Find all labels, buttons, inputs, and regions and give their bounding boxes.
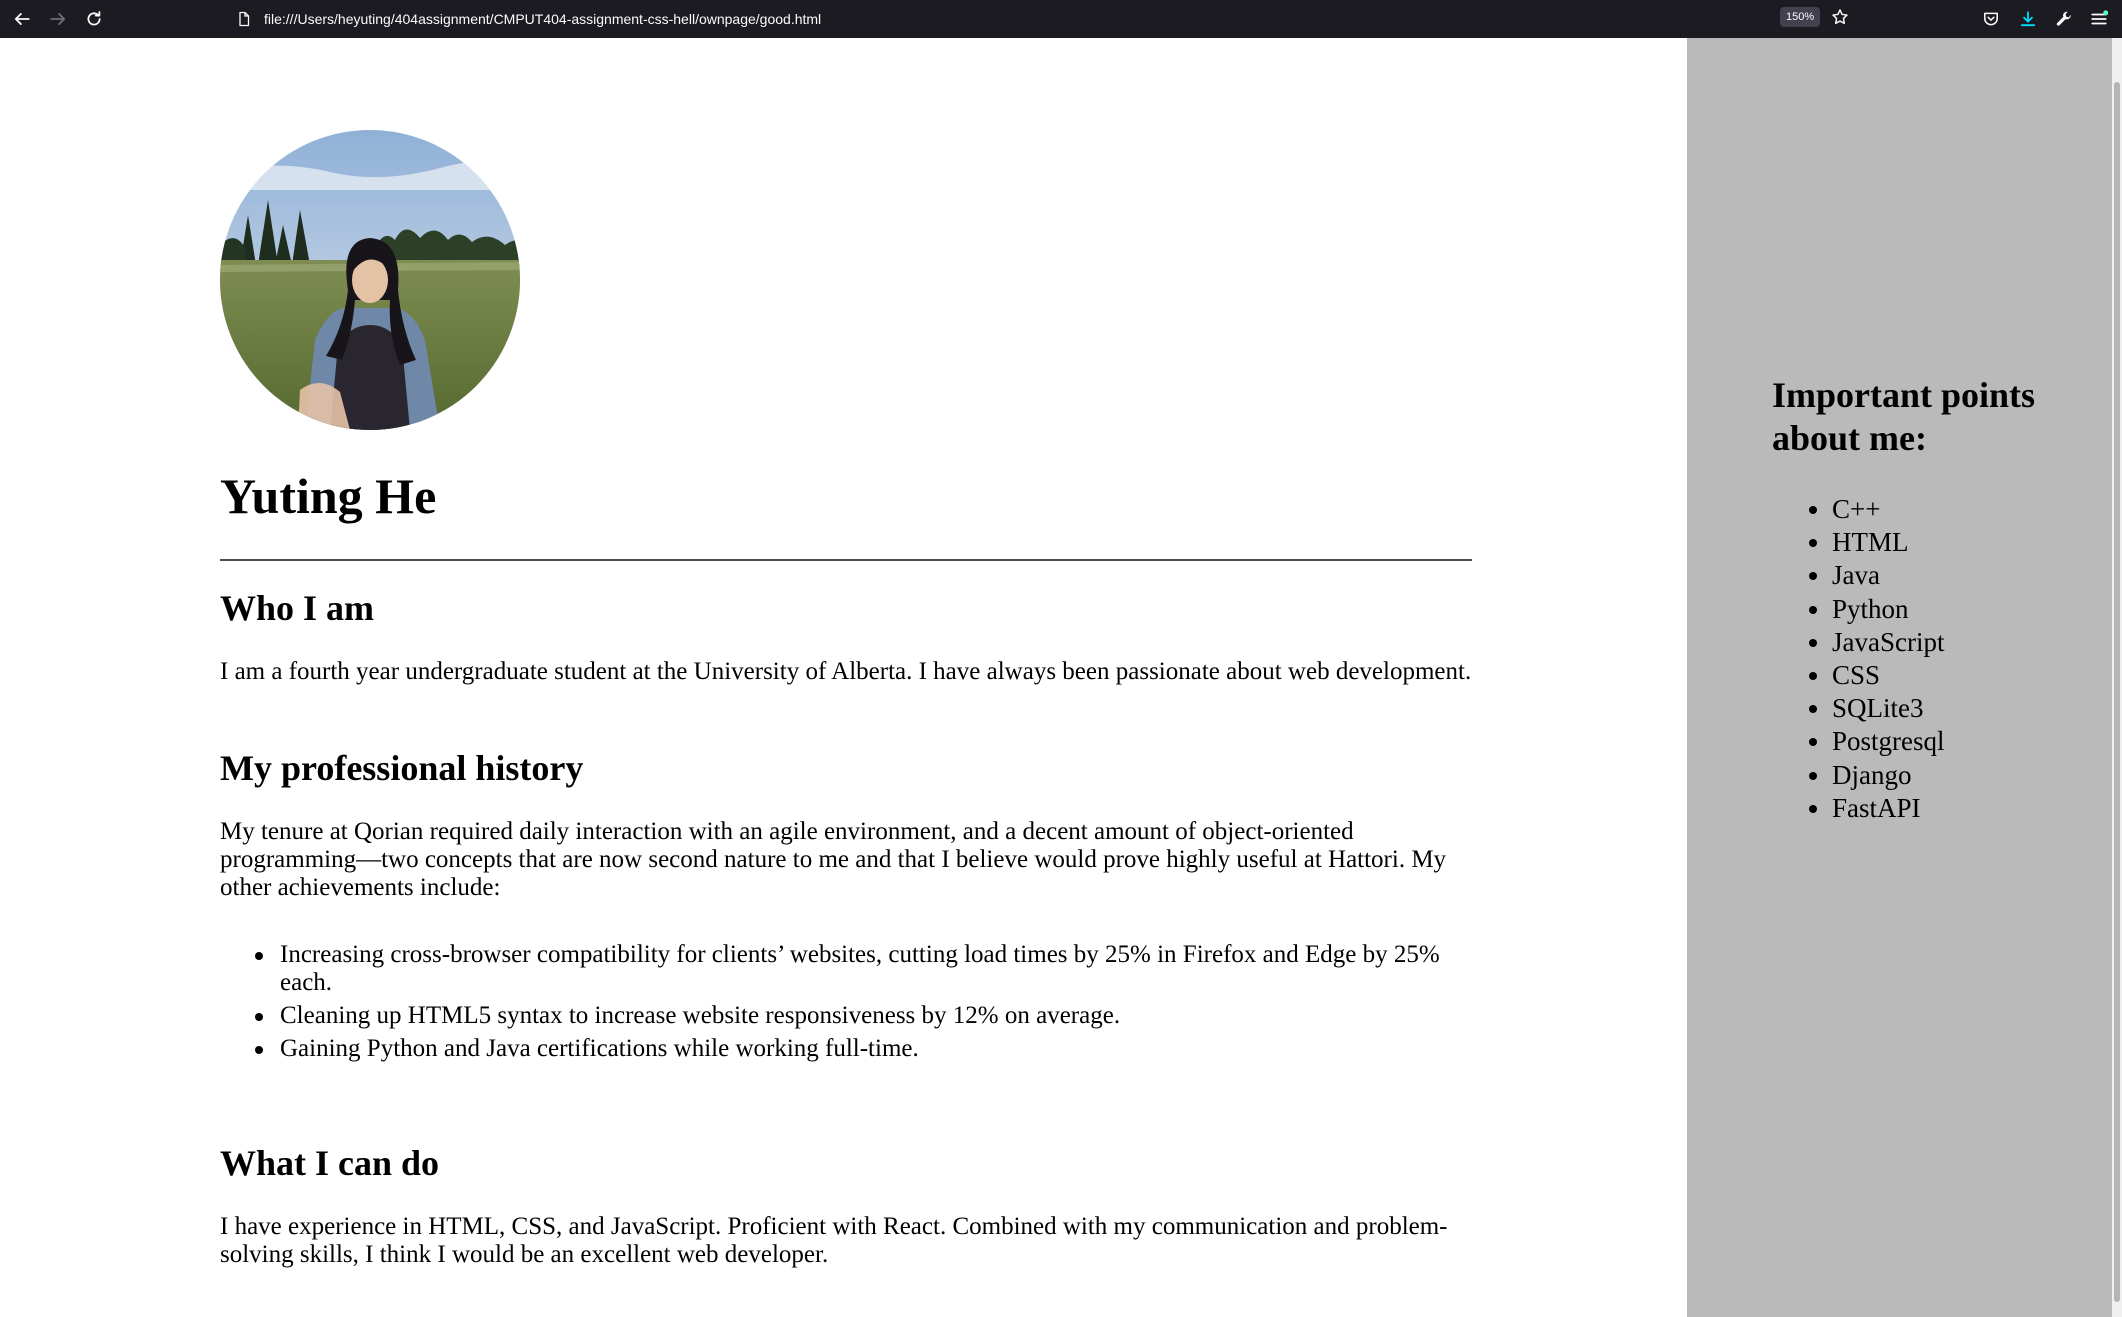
- back-button[interactable]: [8, 5, 36, 33]
- list-item: HTML: [1772, 526, 2102, 559]
- skills-text: I have experience in HTML, CSS, and Java…: [220, 1213, 1448, 1268]
- zoom-level-badge[interactable]: 150%: [1780, 7, 1821, 27]
- who-text: I am a fourth year undergraduate student…: [220, 658, 1472, 685]
- pocket-button[interactable]: [1977, 5, 2005, 33]
- menu-icon: [2091, 10, 2108, 25]
- page-viewport: Yuting He Who I am I am a fourth year un…: [0, 38, 2122, 1317]
- downloads-button[interactable]: [2014, 5, 2042, 33]
- list-item: JavaScript: [1772, 626, 2102, 659]
- sidebar: Important points about me: C++ HTML Java…: [1687, 38, 2112, 1317]
- history-heading: My professional history: [220, 748, 584, 788]
- wrench-icon: [2056, 11, 2071, 26]
- reload-button[interactable]: [80, 5, 108, 33]
- title-divider: [220, 559, 1472, 561]
- skills-list: C++ HTML Java Python JavaScript CSS SQLi…: [1772, 493, 2102, 825]
- list-item: FastAPI: [1772, 792, 2102, 825]
- achievements-list: Increasing cross-browser compatibility f…: [220, 941, 1472, 1063]
- page-scrollbar[interactable]: [2112, 38, 2122, 1317]
- profile-photo: [220, 130, 520, 430]
- list-item: SQLite3: [1772, 692, 2102, 725]
- reload-icon: [87, 11, 101, 26]
- app-menu-button[interactable]: [2085, 5, 2113, 33]
- browser-toolbar: file:///Users/heyuting/404assignment/CMP…: [0, 0, 2122, 38]
- skills-heading: What I can do: [220, 1143, 440, 1183]
- profile-photo-image: [220, 130, 520, 430]
- list-item: Django: [1772, 759, 2102, 792]
- bookmark-button[interactable]: [1828, 5, 1852, 29]
- pocket-icon: [1984, 12, 1998, 26]
- sidebar-title: Important points about me:: [1772, 375, 2036, 458]
- list-item: Python: [1772, 593, 2102, 626]
- page-title: Yuting He: [220, 468, 437, 524]
- list-item: Gaining Python and Java certifications w…: [220, 1035, 1472, 1063]
- list-item: Increasing cross-browser compatibility f…: [220, 941, 1472, 997]
- who-heading: Who I am: [220, 588, 375, 628]
- forward-button[interactable]: [44, 5, 72, 33]
- list-item: CSS: [1772, 659, 2102, 692]
- forward-arrow-icon: [50, 13, 66, 25]
- download-icon: [2020, 11, 2036, 27]
- url-bar[interactable]: file:///Users/heyuting/404assignment/CMP…: [226, 4, 1858, 34]
- history-text: My tenure at Qorian required daily inter…: [220, 818, 1447, 901]
- scrollbar-thumb[interactable]: [2114, 82, 2120, 1302]
- list-item: Postgresql: [1772, 725, 2102, 758]
- list-item: C++: [1772, 493, 2102, 526]
- url-text[interactable]: file:///Users/heyuting/404assignment/CMP…: [264, 10, 821, 28]
- back-arrow-icon: [14, 13, 30, 25]
- bookmark-star-icon: [1832, 9, 1848, 25]
- page-icon: [239, 11, 250, 27]
- list-item: Java: [1772, 559, 2102, 592]
- developer-tools-button[interactable]: [2050, 5, 2078, 33]
- list-item: Cleaning up HTML5 syntax to increase web…: [220, 1002, 1472, 1030]
